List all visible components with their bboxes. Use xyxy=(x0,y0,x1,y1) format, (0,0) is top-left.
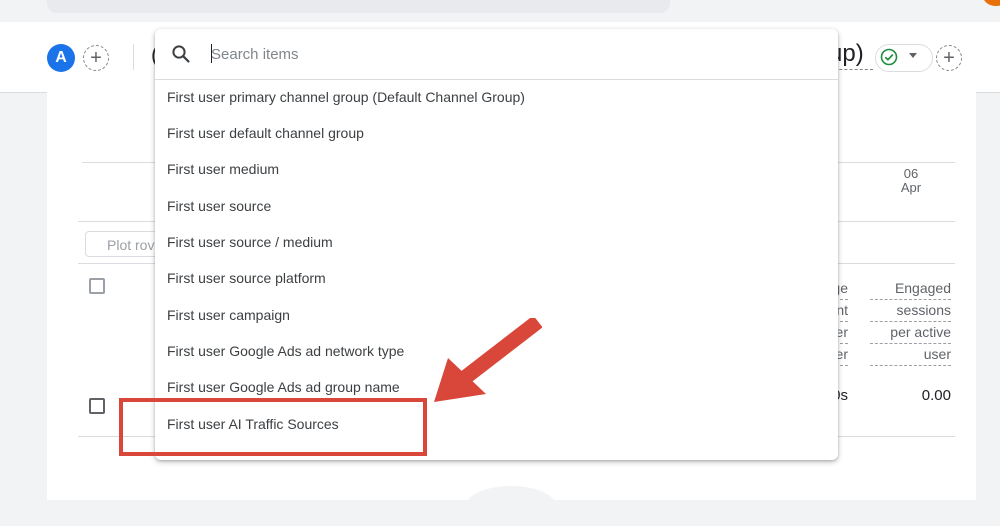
check-circle-icon[interactable] xyxy=(880,48,898,66)
search-input[interactable] xyxy=(211,41,811,67)
header-divider xyxy=(133,44,134,70)
select-all-checkbox[interactable] xyxy=(89,278,105,294)
chart-date-month: Apr xyxy=(900,180,922,195)
dropdown-option[interactable]: First user primary channel group (Defaul… xyxy=(155,80,838,116)
row-checkbox[interactable] xyxy=(89,398,105,414)
add-icon[interactable]: + xyxy=(936,45,962,71)
browser-search-bar[interactable] xyxy=(47,0,670,13)
dropdown-option[interactable]: First user source / medium xyxy=(155,225,838,261)
column-header-line: Engaged xyxy=(870,278,951,300)
dropdown-option[interactable]: First user source xyxy=(155,189,838,225)
text-cursor xyxy=(211,44,212,63)
column-header-line: sessions xyxy=(870,300,951,322)
plot-rows-button[interactable]: Plot rov xyxy=(85,231,165,257)
column-header-line: user xyxy=(870,344,951,366)
dropdown-option[interactable]: First user source platform xyxy=(155,261,838,297)
annotation-highlight-box xyxy=(119,398,427,456)
caret-down-icon[interactable] xyxy=(909,53,917,58)
dropdown-option[interactable]: First user default channel group xyxy=(155,116,838,152)
add-icon[interactable]: + xyxy=(83,45,109,71)
decorative-shape xyxy=(466,486,556,526)
search-icon xyxy=(172,45,190,63)
column-header-line: per active xyxy=(870,322,951,344)
chart-date-day: 06 xyxy=(903,166,919,181)
dropdown-option[interactable]: First user medium xyxy=(155,152,838,188)
segment-avatar[interactable]: A xyxy=(47,44,75,72)
annotation-arrow-icon xyxy=(434,318,542,402)
column-header-engaged-sessions[interactable]: Engaged sessions per active user xyxy=(870,278,951,366)
table-cell-engaged-sessions: 0.00 xyxy=(921,387,951,404)
